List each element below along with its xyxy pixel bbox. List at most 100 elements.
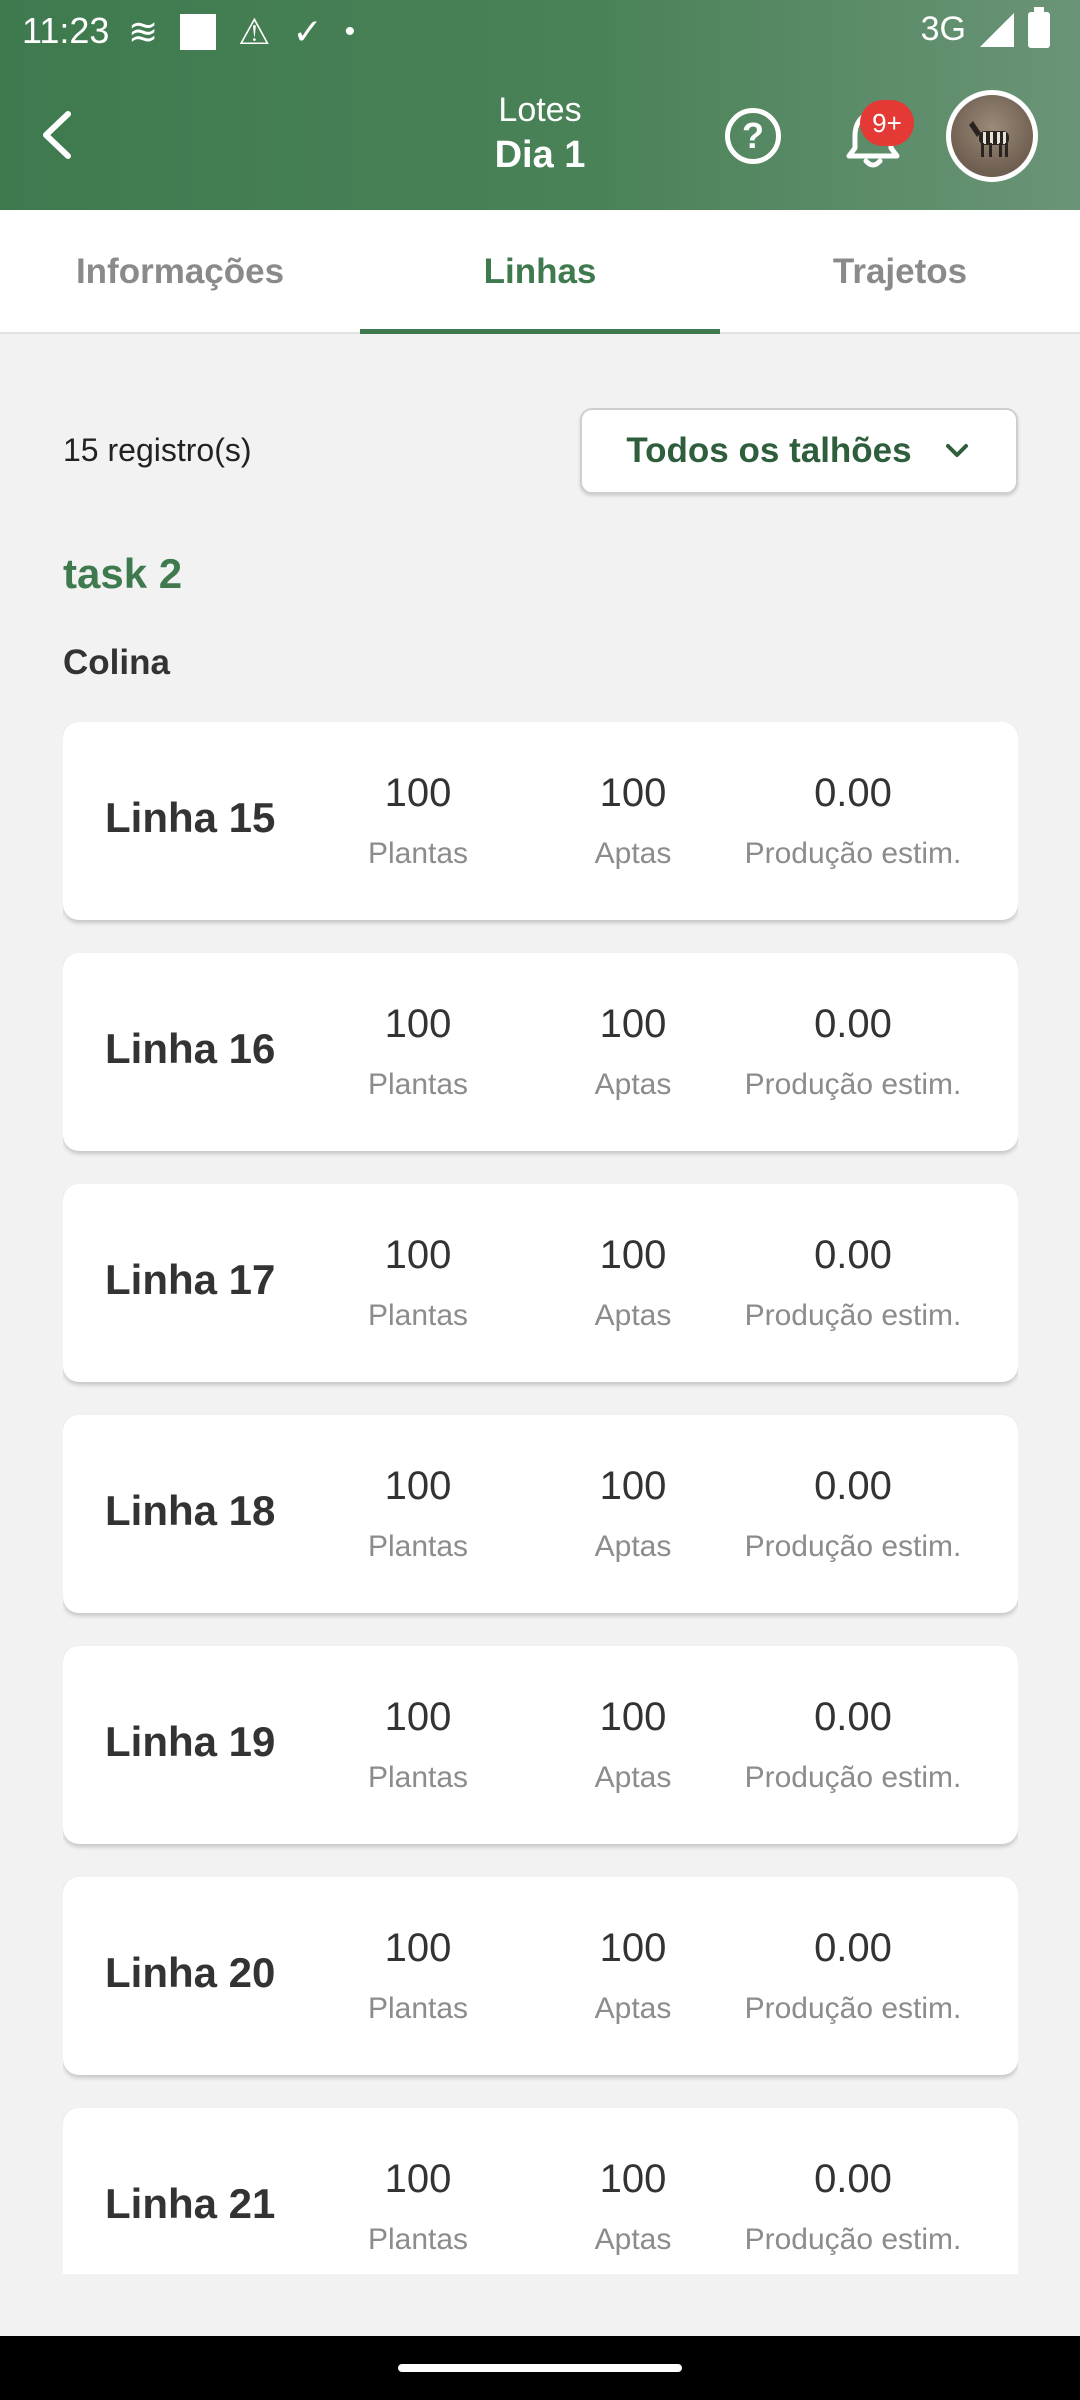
production-value: 0.00 [814,1695,892,1739]
production-value: 0.00 [814,1926,892,1970]
fit-stat: 100 Aptas [573,2154,693,2262]
status-bar: 11:23 ≋ ⚠ ✓ • 3G [0,0,1080,64]
production-label: Produção estim. [744,837,962,870]
row-name: Linha 19 [105,1718,276,1765]
tab-informacoes[interactable]: Informações [0,210,360,332]
plot-filter-dropdown[interactable]: Todos os talhões [580,408,1018,494]
row-name: Linha 17 [105,1256,276,1303]
plot-filter-label: Todos os talhões [626,431,912,470]
notification-badge: 9+ [860,100,914,146]
fit-label: Aptas [594,1530,672,1563]
page-title-section: Lotes [498,91,582,129]
plants-label: Plantas [367,1299,469,1332]
plants-label: Plantas [367,1992,469,2025]
production-label: Produção estim. [744,1068,962,1101]
row-name: Linha 18 [105,1487,276,1534]
row-card[interactable]: Linha 16 100 Plantas 100 Aptas 0.00 Produçã… [63,953,1018,1151]
battery-icon [1028,6,1050,48]
plants-stat: 100 Plantas [353,1461,483,1569]
fit-value: 100 [599,771,667,815]
dot-icon: • [344,15,356,48]
back-button[interactable] [28,100,88,170]
fit-stat: 100 Aptas [573,1692,693,1800]
zebra-avatar-icon [969,121,1009,157]
fit-stat: 100 Aptas [573,768,693,876]
plants-stat: 100 Plantas [353,1923,483,2031]
fit-label: Aptas [594,1761,672,1794]
status-time: 11:23 [22,10,110,51]
row-card[interactable]: Linha 17 100 Plantas 100 Aptas 0.00 Produçã… [63,1184,1018,1382]
fit-stat: 100 Aptas [573,1461,693,1569]
production-value: 0.00 [814,2157,892,2201]
production-stat: 0.00 Produção estim. [728,2154,978,2262]
fit-stat: 100 Aptas [573,1230,693,1338]
production-value: 0.00 [814,1464,892,1508]
plants-value: 100 [384,1695,452,1739]
fit-value: 100 [599,1002,667,1046]
row-name: Linha 21 [105,2180,276,2227]
fit-value: 100 [599,2157,667,2201]
page-title: Lotes Dia 1 [340,88,740,178]
plants-label: Plantas [367,2223,469,2256]
fit-label: Aptas [594,1068,672,1101]
production-label: Produção estim. [744,2223,962,2256]
plants-value: 100 [384,771,452,815]
chevron-left-icon [43,111,71,159]
fit-stat: 100 Aptas [573,999,693,1107]
production-label: Produção estim. [744,1761,962,1794]
warning-icon: ⚠ [238,11,271,52]
page-title-name: Dia 1 [494,134,586,176]
row-card[interactable]: Linha 15 100 Plantas 100 Aptas 0.00 Produçã… [63,722,1018,920]
status-system-icons: 3G [920,6,1050,49]
download-done-icon: ✓ [292,11,323,52]
tab-bar: Informações Linhas Trajetos [0,210,1080,334]
record-count: 15 registro(s) [63,432,252,468]
plants-value: 100 [384,1464,452,1508]
row-card[interactable]: Linha 19 100 Plantas 100 Aptas 0.00 Produçã… [63,1646,1018,1844]
group-title: task 2 [63,550,183,597]
chevron-down-icon [945,444,968,457]
fit-label: Aptas [594,2223,672,2256]
home-gesture-handle[interactable] [398,2364,682,2372]
plants-stat: 100 Plantas [353,2154,483,2262]
production-stat: 0.00 Produção estim. [728,1461,978,1569]
plants-value: 100 [384,1002,452,1046]
production-stat: 0.00 Produção estim. [728,768,978,876]
plants-label: Plantas [367,1530,469,1563]
production-label: Produção estim. [744,1992,962,2025]
avatar[interactable] [946,90,1038,182]
network-type: 3G [920,10,966,48]
production-value: 0.00 [814,771,892,815]
row-card[interactable]: Linha 18 100 Plantas 100 Aptas 0.00 Produçã… [63,1415,1018,1613]
production-value: 0.00 [814,1233,892,1277]
production-stat: 0.00 Produção estim. [728,1923,978,2031]
signal-icon [980,12,1014,47]
plants-label: Plantas [367,1068,469,1101]
row-card[interactable]: Linha 20 100 Plantas 100 Aptas 0.00 Produçã… [63,1877,1018,2075]
plants-value: 100 [384,1233,452,1277]
plants-stat: 100 Plantas [353,768,483,876]
plants-value: 100 [384,2157,452,2201]
plants-value: 100 [384,1926,452,1970]
production-stat: 0.00 Produção estim. [728,1692,978,1800]
row-card[interactable]: Linha 21 100 Plantas 100 Aptas 0.00 Produçã… [63,2108,1018,2274]
fit-stat: 100 Aptas [573,1923,693,2031]
fit-label: Aptas [594,1299,672,1332]
wifi-calling-icon: ≋ [128,11,159,52]
production-stat: 0.00 Produção estim. [728,1230,978,1338]
status-notification-icons: ≋ ⚠ ✓ • [128,12,355,52]
production-label: Produção estim. [744,1299,962,1332]
tab-trajetos[interactable]: Trajetos [720,210,1080,332]
plants-label: Plantas [367,837,469,870]
app-bar: 11:23 ≋ ⚠ ✓ • 3G Lotes Dia 1 ? 9+ [0,0,1080,210]
row-name: Linha 20 [105,1949,276,1996]
fit-value: 100 [599,1695,667,1739]
help-button[interactable]: ? [725,108,781,164]
fit-label: Aptas [594,1992,672,2025]
rows-list: Linha 15 100 Plantas 100 Aptas 0.00 Produçã… [63,722,1018,2274]
tab-linhas[interactable]: Linhas [360,210,720,334]
plants-label: Plantas [367,1761,469,1794]
production-label: Produção estim. [744,1530,962,1563]
row-name: Linha 16 [105,1025,276,1072]
notification-square-icon [180,14,217,50]
